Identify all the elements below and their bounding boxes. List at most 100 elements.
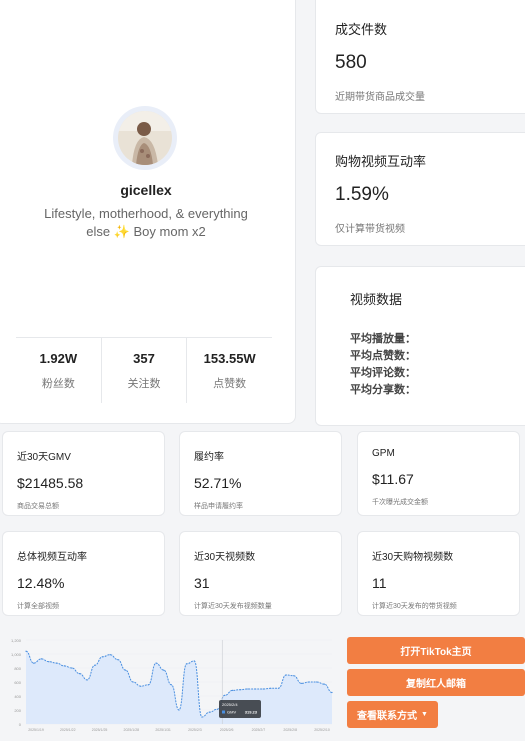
data-point <box>25 650 27 652</box>
metric-subtitle: 计算近30天发布视频数量 <box>194 603 272 610</box>
card-subtitle: 近期带货商品成交量 <box>335 92 425 103</box>
data-point <box>293 675 295 677</box>
card-subtitle: 仅计算带货视频 <box>335 224 405 235</box>
card-shopping-engagement: 购物视频互动率 1.59% 仅计算带货视频 <box>315 132 525 246</box>
metric-shopping-video-count: 近30天购物视频数 11 计算近30天发布的带货视频 <box>357 531 520 616</box>
data-point <box>201 716 203 718</box>
avg-shares-label: 平均分享数： <box>350 384 416 396</box>
y-tick-label: 800 <box>14 666 21 671</box>
data-point <box>78 673 81 675</box>
username: gicellex <box>120 182 172 198</box>
bio: Lifestyle, motherhood, & everything else… <box>44 206 248 239</box>
data-point <box>270 687 272 689</box>
data-point <box>140 685 142 687</box>
x-tick-label: 2025/2/6 <box>220 728 234 732</box>
data-point <box>56 662 58 664</box>
x-tick-label: 2025/2/10 <box>314 728 330 732</box>
data-point <box>300 682 302 684</box>
stat-value: 1.92W <box>39 351 78 366</box>
card-title: 视频数据 <box>350 292 403 307</box>
card-value: 580 <box>335 52 367 73</box>
data-point <box>170 684 172 686</box>
metric-title: 总体视频互动率 <box>17 552 87 563</box>
metric-gpm: GPM $11.67 千次曝光成交金额 <box>357 431 520 516</box>
data-point <box>40 658 42 660</box>
metric-value: 12.48% <box>17 575 65 591</box>
data-point <box>71 667 73 669</box>
open-tiktok-button[interactable]: 打开TikTok主页 <box>347 637 525 664</box>
x-tick-label: 2025/1/28 <box>124 728 140 732</box>
metric-video-count: 近30天视频数 31 计算近30天发布视频数量 <box>179 531 342 616</box>
metric-gmv: 近30天GMV $21485.58 商品交易总额 <box>2 431 165 516</box>
data-point <box>224 694 226 696</box>
avg-likes-label: 平均点赞数： <box>350 350 416 362</box>
x-tick-label: 2025/1/31 <box>155 728 171 732</box>
data-point <box>231 689 234 691</box>
y-tick-label: 200 <box>14 708 21 713</box>
data-point <box>247 688 249 690</box>
profile-card: gicellex Lifestyle, motherhood, & everyt… <box>0 0 296 424</box>
x-tick-label: 2025/1/25 <box>92 728 108 732</box>
metric-overall-engagement: 总体视频互动率 12.48% 计算全部视频 <box>2 531 165 616</box>
copy-email-button[interactable]: 复制红人邮箱 <box>347 669 525 696</box>
contact-dropdown-button[interactable]: 查看联系方式 ▼ <box>347 701 438 728</box>
stat-value: 153.55W <box>203 351 256 366</box>
data-point <box>163 669 165 671</box>
tooltip-swatch <box>222 710 225 714</box>
metric-value: 31 <box>194 575 210 591</box>
data-point <box>216 708 218 710</box>
avatar[interactable] <box>118 111 172 165</box>
data-point <box>94 664 96 666</box>
data-point <box>193 660 195 662</box>
y-tick-label: 1,000 <box>11 652 22 657</box>
card-title: 成交件数 <box>335 22 388 37</box>
avg-views-label: 平均播放量： <box>350 333 416 345</box>
stat-label: 关注数 <box>127 378 161 390</box>
metric-subtitle: 计算近30天发布的带货视频 <box>372 603 457 610</box>
stat-label: 粉丝数 <box>41 378 75 390</box>
x-tick-label: 2025/1/19 <box>28 728 44 732</box>
card-value: 1.59% <box>335 184 389 205</box>
gmv-area-chart[interactable]: 0 200 400 600 800 1,000 1,200 2025/1/19 2025/1/2… <box>0 630 340 741</box>
x-tick-label: 2025/1/22 <box>60 728 76 732</box>
data-point <box>132 681 134 683</box>
video-data-list: 平均播放量： 平均点赞数： 平均评论数： 平均分享数： <box>350 331 525 399</box>
data-point <box>277 687 280 689</box>
tooltip-value: 319.23 <box>245 710 258 715</box>
tooltip-date: 2025/2/4 <box>222 702 238 707</box>
data-point <box>239 689 241 691</box>
data-point <box>63 665 65 667</box>
data-point <box>155 662 157 664</box>
avg-comments-label: 平均评论数： <box>350 367 416 379</box>
metric-title: 近30天GMV <box>17 452 71 463</box>
data-point <box>308 681 310 683</box>
data-point <box>117 659 119 661</box>
metric-value: 52.71% <box>194 475 242 491</box>
y-tick-label: 600 <box>14 680 21 685</box>
metric-fulfillment: 履约率 52.71% 样品申请履约率 <box>179 431 342 516</box>
data-point <box>285 674 287 676</box>
stat-followers: 1.92W 粉丝数 <box>16 338 101 403</box>
metric-title: 近30天视频数 <box>194 552 256 563</box>
avatar-frame <box>113 106 177 170</box>
metric-value: 11 <box>372 575 387 591</box>
x-tick-label: 2025/2/8 <box>283 728 297 732</box>
data-point <box>331 691 333 694</box>
metric-subtitle: 千次曝光成交金额 <box>372 499 428 506</box>
data-point <box>178 709 180 711</box>
x-tick-label: 2025/2/7 <box>252 728 266 732</box>
data-point <box>209 711 211 713</box>
metric-value: $11.67 <box>372 471 414 487</box>
data-point <box>186 663 188 665</box>
data-point <box>101 656 104 658</box>
stat-label: 点赞数 <box>213 378 247 390</box>
stat-following: 357 关注数 <box>100 338 187 403</box>
data-point <box>86 679 88 681</box>
data-point <box>124 669 127 671</box>
metric-value: $21485.58 <box>17 475 84 491</box>
data-point <box>33 662 35 664</box>
data-point <box>262 688 264 690</box>
data-point <box>48 661 50 663</box>
metric-title: 履约率 <box>194 452 224 463</box>
data-point <box>316 681 318 683</box>
